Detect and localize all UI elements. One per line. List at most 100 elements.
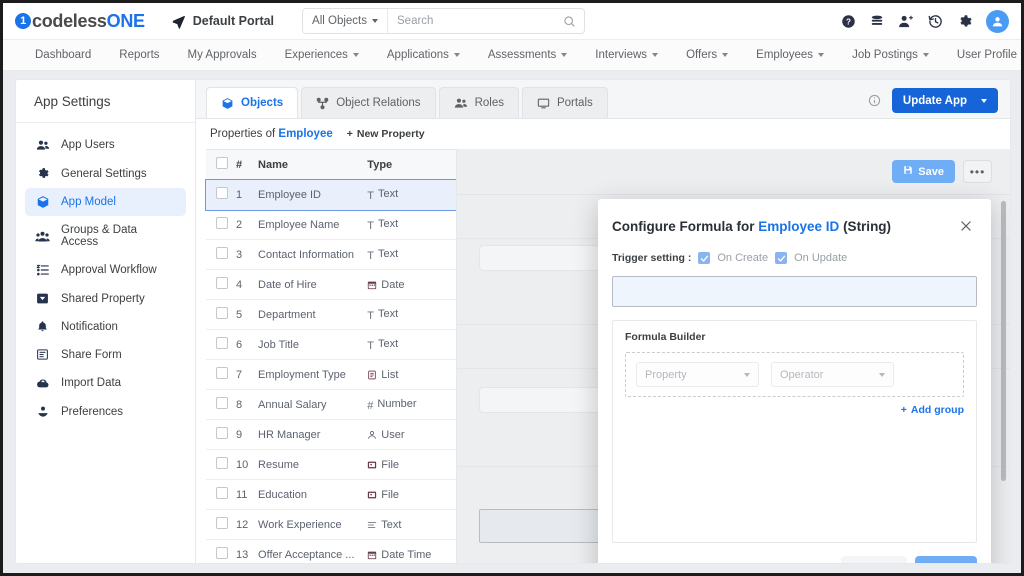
tab-portals[interactable]: Portals bbox=[521, 87, 608, 118]
table-row[interactable]: 9 HR Manager User bbox=[206, 419, 456, 450]
new-property-button[interactable]: + New Property bbox=[347, 128, 425, 140]
sidebar-item-import-data[interactable]: Import Data bbox=[25, 369, 186, 397]
properties-object-name[interactable]: Employee bbox=[278, 128, 332, 140]
detail-scrollbar[interactable] bbox=[1001, 201, 1006, 481]
row-checkbox[interactable] bbox=[216, 277, 228, 289]
portal-selector[interactable]: Default Portal bbox=[171, 14, 274, 29]
row-checkbox-cell[interactable] bbox=[206, 209, 232, 240]
row-checkbox[interactable] bbox=[216, 247, 228, 259]
sidebar-item-general-settings[interactable]: General Settings bbox=[25, 160, 186, 187]
add-group-button[interactable]: + Add group bbox=[625, 404, 964, 416]
nav-item-job-postings[interactable]: Job Postings bbox=[838, 40, 943, 70]
modal-save-button[interactable]: Save bbox=[915, 556, 977, 563]
row-index: 6 bbox=[232, 329, 255, 360]
table-row[interactable]: 10 Resume File bbox=[206, 449, 456, 480]
table-row[interactable]: 12 Work Experience Text bbox=[206, 509, 456, 540]
row-checkbox[interactable] bbox=[216, 487, 228, 499]
search-icon[interactable] bbox=[563, 15, 584, 28]
sidebar-item-approval-workflow[interactable]: Approval Workflow bbox=[25, 256, 186, 284]
row-checkbox-cell[interactable] bbox=[206, 479, 232, 510]
sidebar-item-notification[interactable]: Notification bbox=[25, 313, 186, 340]
table-row[interactable]: 11 Education File bbox=[206, 479, 456, 510]
nav-item-experiences[interactable]: Experiences bbox=[271, 40, 373, 70]
nav-item-applications[interactable]: Applications bbox=[373, 40, 474, 70]
sidebar-item-shared-property[interactable]: Shared Property bbox=[25, 285, 186, 312]
row-checkbox-cell[interactable] bbox=[206, 239, 232, 270]
more-options-button[interactable]: ••• bbox=[963, 160, 992, 183]
col-type-header: Type bbox=[363, 149, 456, 180]
nav-item-employees[interactable]: Employees bbox=[742, 40, 838, 70]
sidebar-item-share-form[interactable]: Share Form bbox=[25, 341, 186, 368]
search-input[interactable] bbox=[388, 15, 564, 27]
select-all-checkbox[interactable] bbox=[216, 157, 228, 169]
nav-item-reports[interactable]: Reports bbox=[105, 40, 173, 70]
operator-dropdown[interactable]: Operator bbox=[771, 362, 894, 387]
row-checkbox-cell[interactable] bbox=[206, 539, 232, 563]
row-checkbox-cell[interactable] bbox=[206, 299, 232, 330]
row-checkbox[interactable] bbox=[216, 307, 228, 319]
tab-roles[interactable]: Roles bbox=[438, 87, 519, 118]
sidebar-item-preferences[interactable]: Preferences bbox=[25, 398, 186, 426]
nav-item-my-approvals[interactable]: My Approvals bbox=[174, 40, 271, 70]
nav-item-user-profile[interactable]: User Profile bbox=[943, 40, 1021, 70]
help-icon[interactable]: ? bbox=[841, 14, 856, 29]
object-scope-dropdown[interactable]: All Objects bbox=[303, 9, 388, 33]
table-row[interactable]: 2 Employee Name T Text bbox=[206, 209, 456, 240]
tab-objects[interactable]: Objects bbox=[206, 87, 299, 118]
row-checkbox-cell[interactable] bbox=[206, 509, 232, 540]
table-row[interactable]: 8 Annual Salary # Number bbox=[206, 389, 456, 420]
nav-label: Job Postings bbox=[852, 49, 918, 61]
row-checkbox-cell[interactable] bbox=[206, 269, 232, 300]
nav-item-assessments[interactable]: Assessments bbox=[474, 40, 581, 70]
row-checkbox[interactable] bbox=[216, 457, 228, 469]
database-icon[interactable] bbox=[870, 14, 884, 29]
row-checkbox[interactable] bbox=[216, 337, 228, 349]
sidebar-item-groups-data-access[interactable]: Groups & Data Access bbox=[25, 217, 186, 255]
table-row[interactable]: 1 Employee ID T Text bbox=[205, 178, 457, 211]
on-update-checkbox[interactable] bbox=[775, 252, 788, 264]
global-search[interactable]: All Objects bbox=[302, 8, 586, 34]
add-user-icon[interactable] bbox=[898, 14, 914, 29]
on-create-checkbox[interactable] bbox=[698, 252, 711, 264]
save-button[interactable]: Save bbox=[892, 160, 955, 183]
formula-input[interactable] bbox=[612, 276, 977, 307]
row-checkbox-cell[interactable] bbox=[206, 179, 232, 210]
table-row[interactable]: 4 Date of Hire Date bbox=[206, 269, 456, 300]
sidebar-item-app-users[interactable]: App Users bbox=[25, 131, 186, 159]
sidebar-item-app-model[interactable]: App Model bbox=[25, 188, 186, 216]
nav-item-interviews[interactable]: Interviews bbox=[581, 40, 672, 70]
row-checkbox[interactable] bbox=[216, 427, 228, 439]
row-checkbox[interactable] bbox=[216, 517, 228, 529]
row-checkbox[interactable] bbox=[216, 547, 228, 559]
nav-label: Offers bbox=[686, 49, 718, 61]
nav-label: Dashboard bbox=[35, 49, 92, 61]
row-checkbox-cell[interactable] bbox=[206, 359, 232, 390]
tab-object-relations[interactable]: Object Relations bbox=[301, 87, 436, 118]
row-checkbox-cell[interactable] bbox=[206, 449, 232, 480]
avatar[interactable] bbox=[986, 9, 1009, 33]
property-dropdown[interactable]: Property bbox=[636, 362, 759, 387]
table-row[interactable]: 5 Department T Text bbox=[206, 299, 456, 330]
nav-item-offers[interactable]: Offers bbox=[672, 40, 742, 70]
history-icon[interactable] bbox=[928, 14, 943, 29]
close-icon[interactable] bbox=[959, 219, 973, 233]
select-all-header[interactable] bbox=[206, 149, 232, 180]
cancel-button[interactable]: Cancel bbox=[841, 556, 908, 563]
sidebar-item-label: Notification bbox=[61, 320, 118, 333]
row-checkbox-cell[interactable] bbox=[206, 389, 232, 420]
table-row[interactable]: 7 Employment Type List bbox=[206, 359, 456, 390]
info-icon[interactable] bbox=[868, 94, 881, 107]
row-checkbox[interactable] bbox=[216, 367, 228, 379]
row-checkbox[interactable] bbox=[216, 217, 228, 229]
table-row[interactable]: 3 Contact Information T Text bbox=[206, 239, 456, 270]
row-checkbox[interactable] bbox=[216, 397, 228, 409]
row-checkbox[interactable] bbox=[216, 187, 228, 199]
row-checkbox-cell[interactable] bbox=[206, 419, 232, 450]
table-row[interactable]: 13 Offer Acceptance ... Date Time bbox=[206, 539, 456, 563]
table-row[interactable]: 6 Job Title T Text bbox=[206, 329, 456, 360]
nav-item-dashboard[interactable]: Dashboard bbox=[21, 40, 105, 70]
brand-logo[interactable]: 1 codeless ONE bbox=[15, 11, 145, 32]
update-app-button[interactable]: Update App bbox=[891, 88, 998, 113]
gear-icon[interactable] bbox=[957, 14, 972, 29]
row-checkbox-cell[interactable] bbox=[206, 329, 232, 360]
